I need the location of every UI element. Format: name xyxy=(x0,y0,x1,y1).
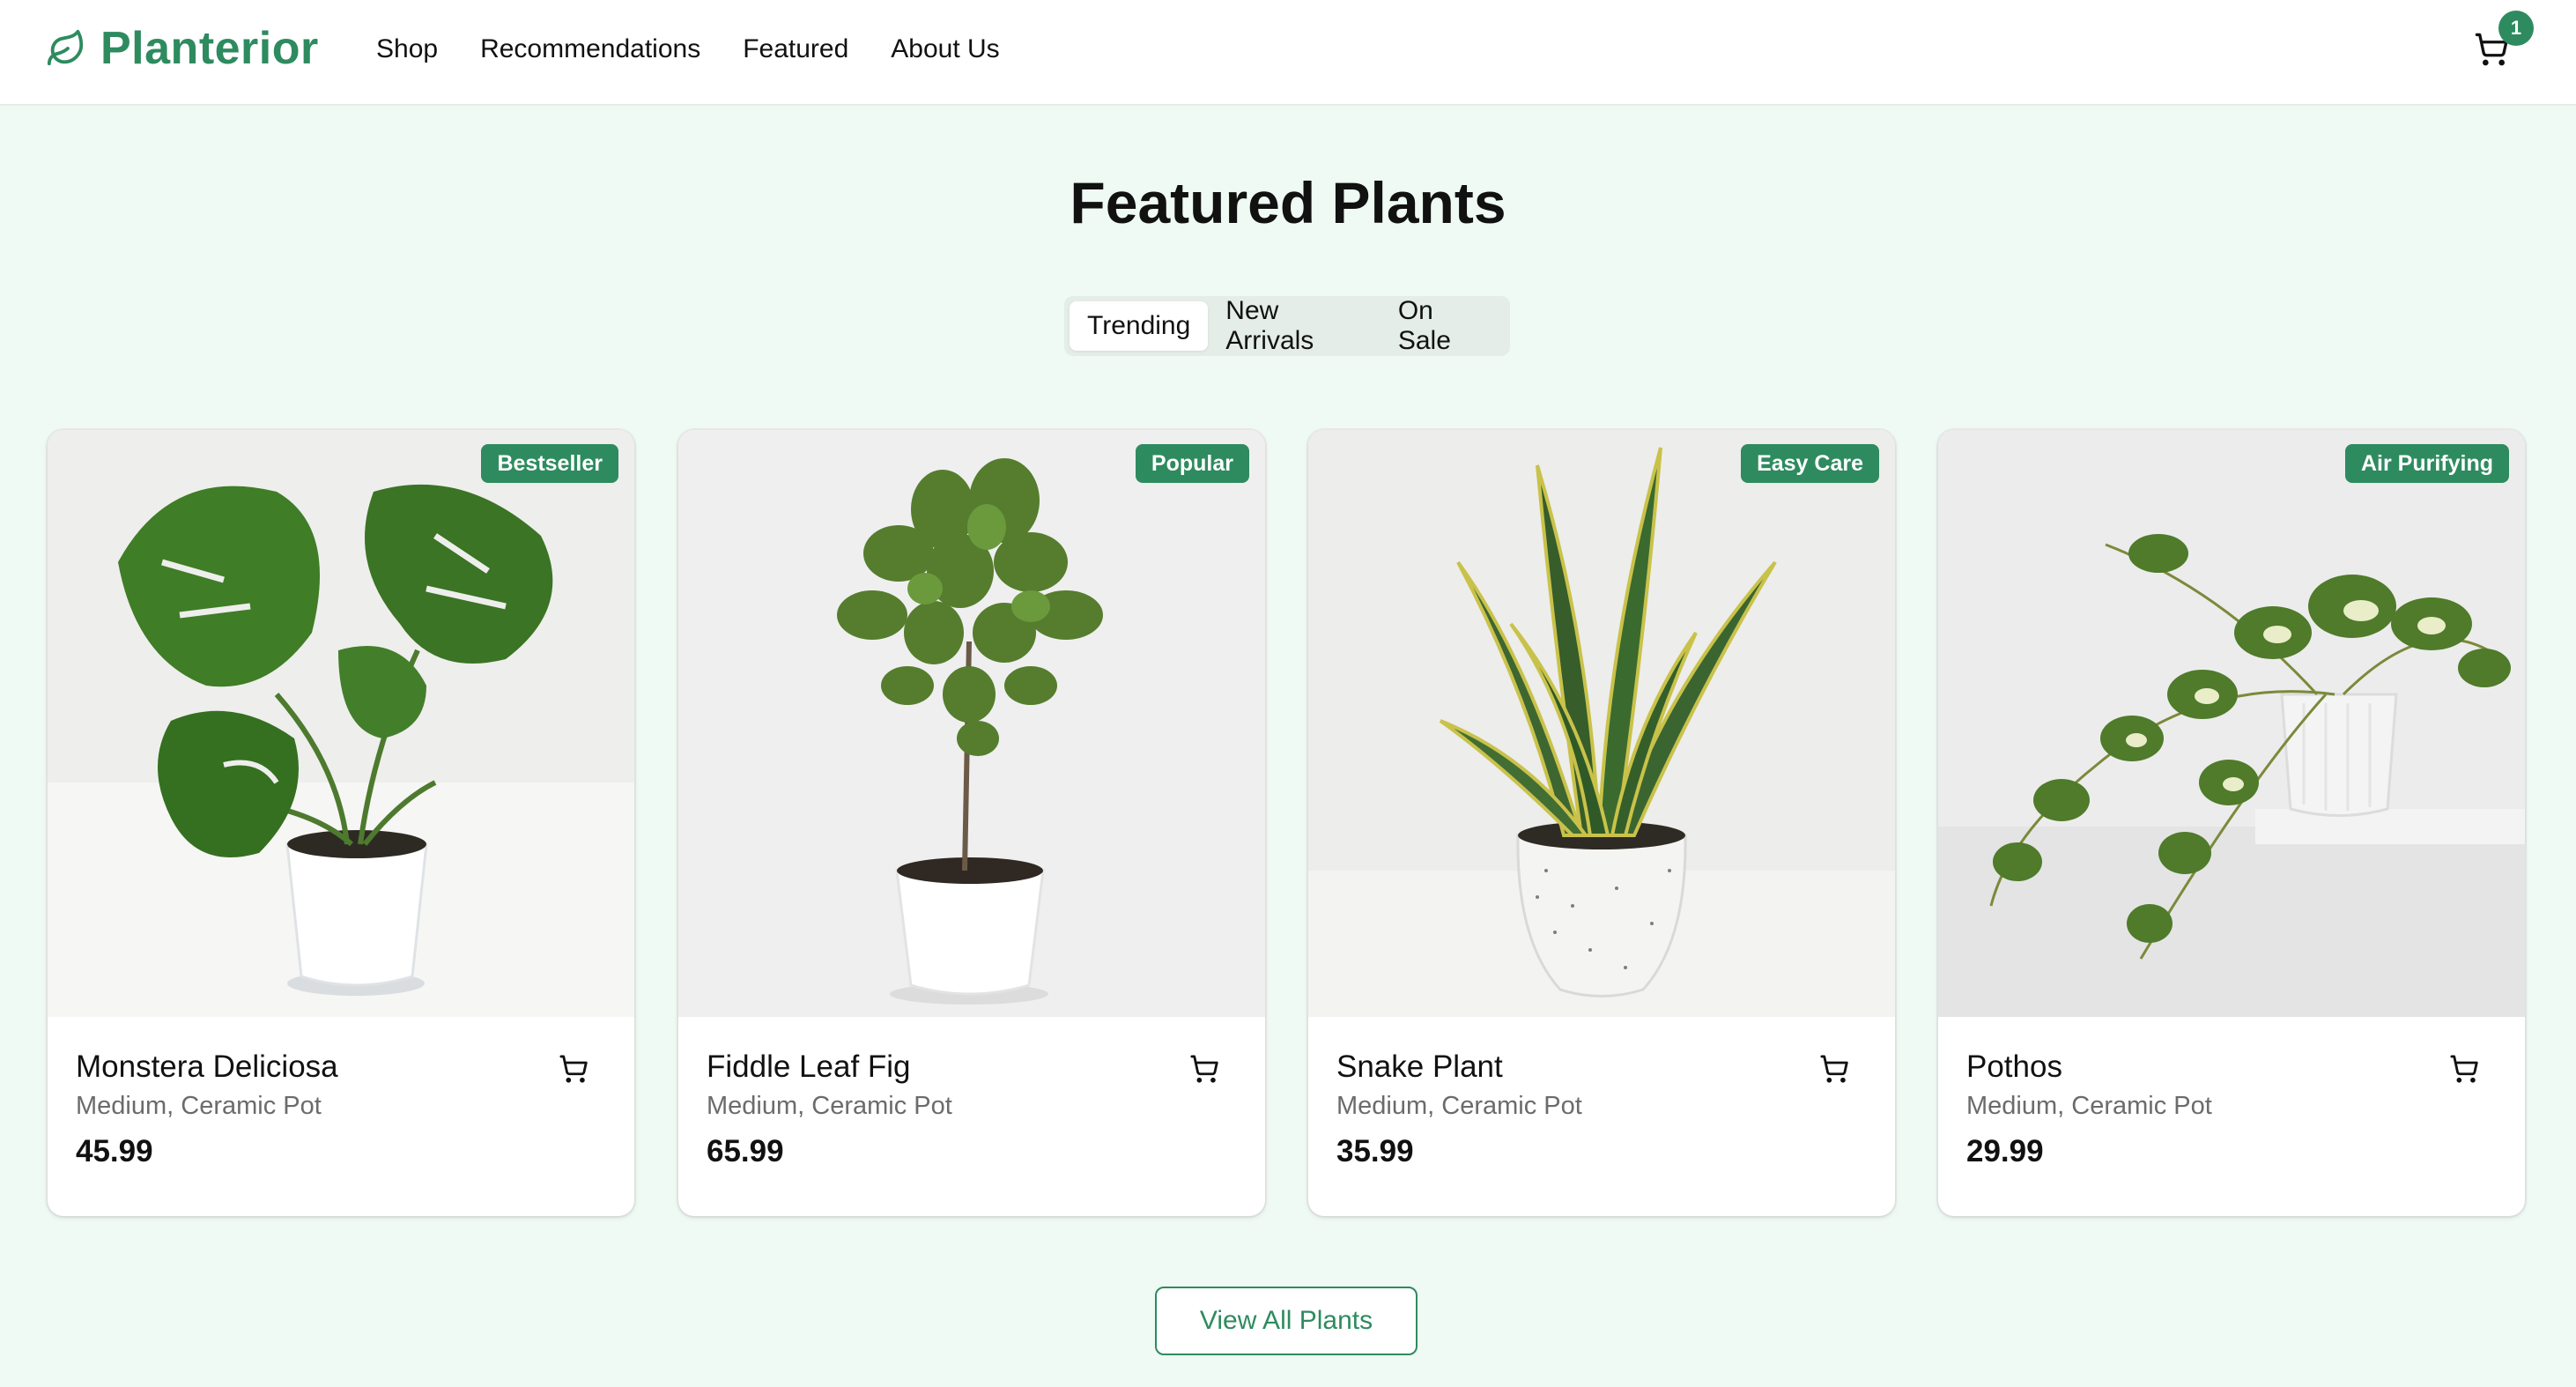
snake-plant-image xyxy=(1308,430,1895,1017)
cart-icon xyxy=(1190,1055,1218,1083)
nav-recommendations[interactable]: Recommendations xyxy=(480,32,700,67)
product-image[interactable]: Air Purifying xyxy=(1938,430,2525,1017)
product-info: Pothos Medium, Ceramic Pot 29.99 xyxy=(1966,1047,2495,1172)
add-to-cart-button[interactable] xyxy=(559,1054,597,1093)
pothos-image xyxy=(1938,430,2525,1017)
product-image[interactable]: Popular xyxy=(678,430,1265,1017)
tab-new-arrivals[interactable]: New Arrivals xyxy=(1208,296,1381,355)
product-image[interactable]: Bestseller xyxy=(48,430,634,1017)
product-badge: Easy Care xyxy=(1741,444,1879,483)
product-variant: Medium, Ceramic Pot xyxy=(76,1092,322,1120)
product-card[interactable]: Easy Care Snake Plant Medium, Ceramic Po… xyxy=(1308,430,1895,1216)
product-info: Snake Plant Medium, Ceramic Pot 35.99 xyxy=(1336,1047,1865,1172)
brand-name: Planterior xyxy=(100,23,319,74)
product-card[interactable]: Popular Fiddle Leaf Fig Medium, Ceramic … xyxy=(678,430,1265,1216)
leaf-icon xyxy=(47,29,84,66)
product-price: 65.99 xyxy=(707,1134,784,1168)
product-name[interactable]: Monstera Deliciosa xyxy=(76,1047,604,1087)
add-to-cart-button[interactable] xyxy=(2449,1054,2488,1093)
product-name[interactable]: Snake Plant xyxy=(1336,1047,1865,1087)
product-info: Fiddle Leaf Fig Medium, Ceramic Pot 65.9… xyxy=(707,1047,1235,1172)
monstera-image xyxy=(48,430,634,1017)
product-image[interactable]: Easy Care xyxy=(1308,430,1895,1017)
brand-logo[interactable]: Planterior xyxy=(46,19,319,78)
product-variant: Medium, Ceramic Pot xyxy=(1336,1092,1582,1120)
product-price: 35.99 xyxy=(1336,1134,1414,1168)
product-price: 45.99 xyxy=(76,1134,153,1168)
product-name[interactable]: Fiddle Leaf Fig xyxy=(707,1047,1235,1087)
product-badge: Air Purifying xyxy=(2344,444,2509,483)
filter-tabs: Trending New Arrivals On Sale xyxy=(1064,296,1510,356)
product-card[interactable]: Bestseller Monstera Deliciosa Medium, Ce… xyxy=(48,430,634,1216)
page-title: Featured Plants xyxy=(1070,170,1506,235)
add-to-cart-button[interactable] xyxy=(1189,1054,1228,1093)
product-badge: Bestseller xyxy=(481,444,618,483)
tab-on-sale[interactable]: On Sale xyxy=(1381,296,1505,355)
cart-icon xyxy=(1820,1055,1848,1083)
nav-shop[interactable]: Shop xyxy=(376,32,438,67)
tab-trending[interactable]: Trending xyxy=(1070,301,1209,351)
main-nav: Shop Recommendations Featured About Us xyxy=(376,32,1042,67)
product-card[interactable]: Air Purifying Pothos Medium, Ceramic Pot… xyxy=(1938,430,2525,1216)
cart-count-badge: 1 xyxy=(2498,11,2534,46)
product-price: 29.99 xyxy=(1966,1134,2044,1168)
view-all-plants-button[interactable]: View All Plants xyxy=(1155,1287,1418,1355)
product-badge: Popular xyxy=(1135,444,1249,483)
product-variant: Medium, Ceramic Pot xyxy=(1966,1092,2212,1120)
nav-about-us[interactable]: About Us xyxy=(891,32,999,67)
add-to-cart-button[interactable] xyxy=(1819,1054,1858,1093)
site-header: Planterior Shop Recommendations Featured… xyxy=(0,0,2576,106)
product-variant: Medium, Ceramic Pot xyxy=(707,1092,952,1120)
product-info: Monstera Deliciosa Medium, Ceramic Pot 4… xyxy=(76,1047,604,1172)
cart-icon xyxy=(559,1055,588,1083)
product-name[interactable]: Pothos xyxy=(1966,1047,2495,1087)
cart-icon xyxy=(2450,1055,2478,1083)
nav-featured[interactable]: Featured xyxy=(743,32,848,67)
fiddle-leaf-fig-image xyxy=(678,430,1265,1017)
